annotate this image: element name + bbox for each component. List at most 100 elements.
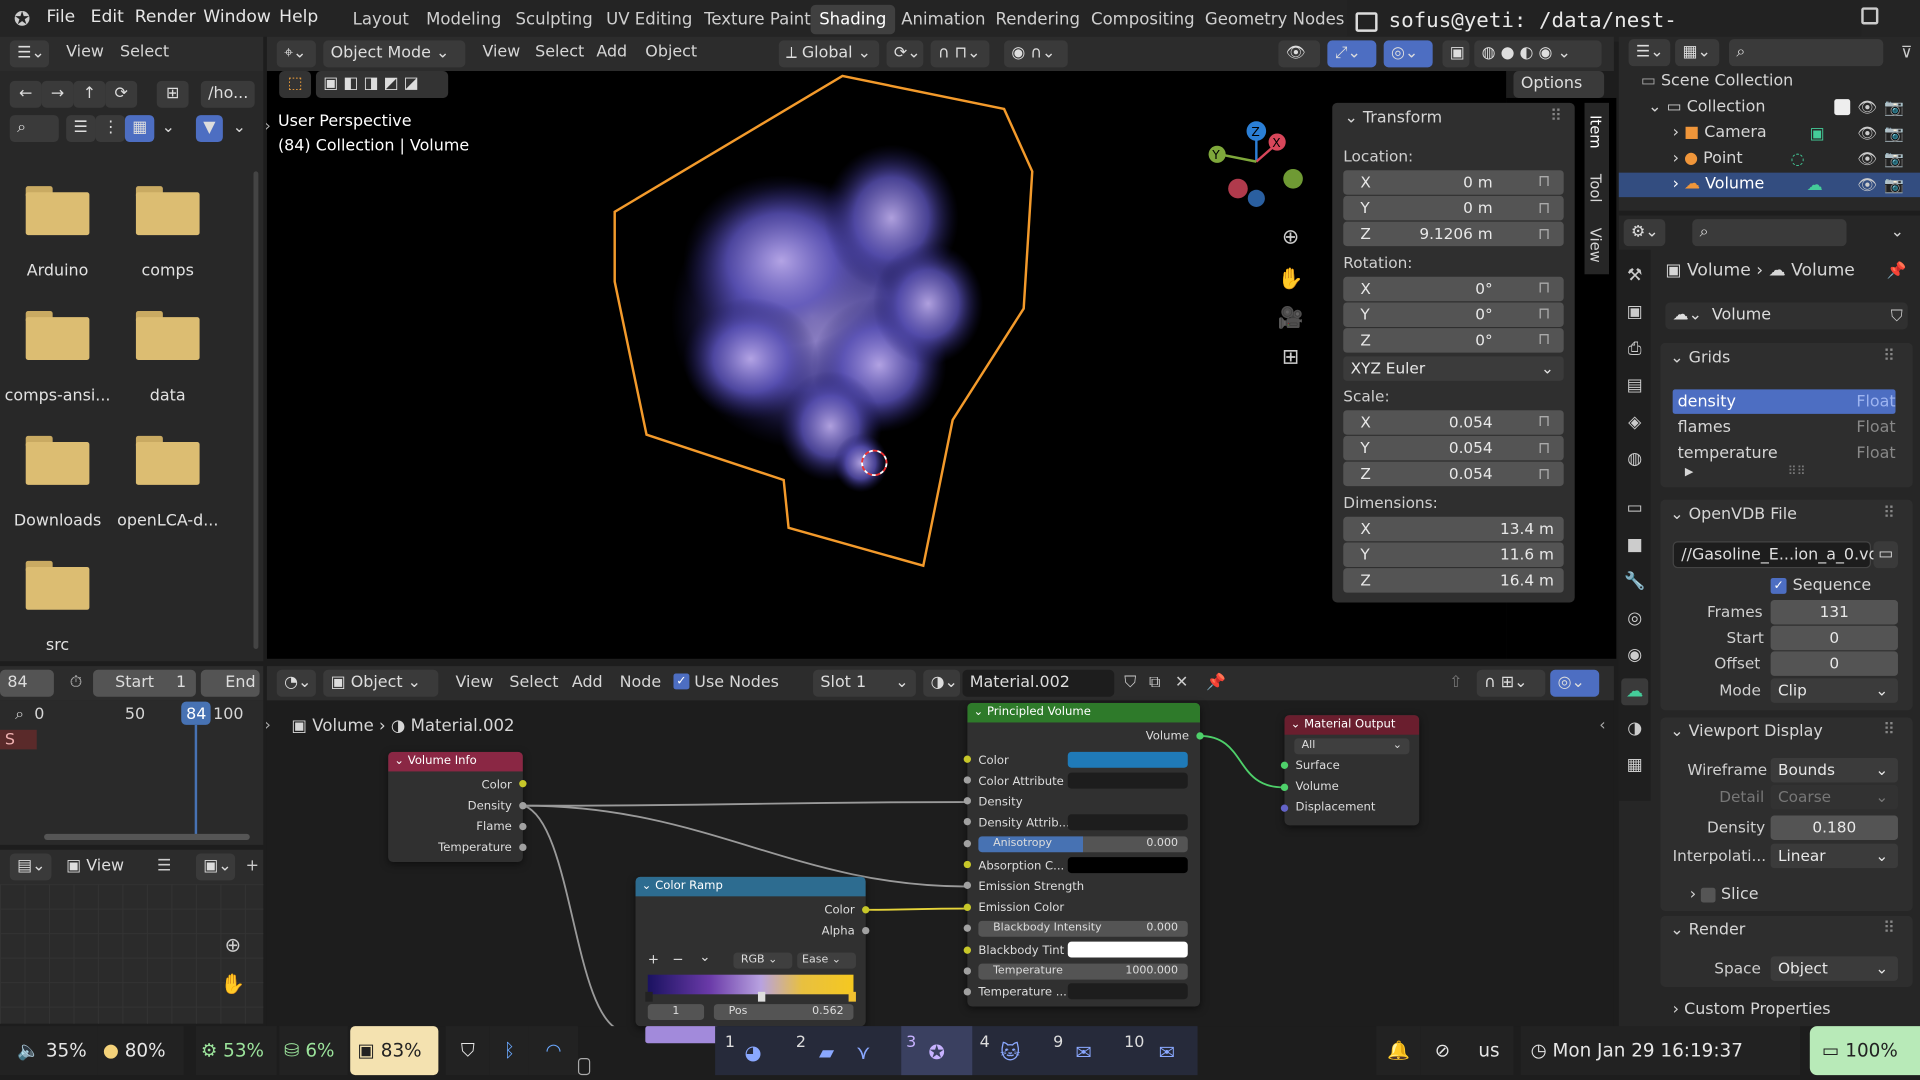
modifier-icon[interactable]: 🔧: [1621, 568, 1648, 595]
input-socket[interactable]: [1280, 761, 1289, 769]
workspace-3[interactable]: 3: [906, 1033, 916, 1051]
playhead-line[interactable]: [194, 724, 198, 838]
panel-grip-icon[interactable]: ⠿: [1883, 348, 1895, 366]
color-ramp-node[interactable]: ⌄ Color Ramp Color Alpha + − ⌄ RGB ⌄ Ease…: [635, 876, 866, 1027]
object-icon[interactable]: ■: [1621, 531, 1648, 558]
memory-indicator[interactable]: ⛁ 6%: [279, 1026, 348, 1076]
list-resize-grip-icon[interactable]: ⠿⠿: [1788, 465, 1806, 478]
filebrowser-select-menu[interactable]: Select: [120, 43, 169, 61]
camera-data-icon[interactable]: ▣: [1805, 122, 1829, 144]
input-socket[interactable]: [963, 946, 972, 954]
tab-shading[interactable]: Shading: [810, 4, 895, 35]
node-header[interactable]: ⌄ Color Ramp: [635, 876, 866, 897]
properties-options-chevron[interactable]: ⌄: [1891, 223, 1904, 241]
color-swatch[interactable]: [1067, 751, 1188, 768]
parent-directory-button[interactable]: ↑: [73, 80, 106, 108]
editor-type-button[interactable]: ☰⌄: [9, 40, 49, 68]
input-socket[interactable]: [963, 967, 972, 975]
overlay-button[interactable]: ◎⌄: [1383, 40, 1433, 68]
workspace-1[interactable]: 1: [725, 1033, 735, 1051]
file-browser-scrollbar[interactable]: [253, 171, 259, 649]
menu-render[interactable]: Render: [135, 7, 196, 27]
camera-view-icon[interactable]: 🎥: [1276, 304, 1305, 333]
node-snap-button[interactable]: ∩ ⊞⌄: [1476, 669, 1546, 697]
start-field[interactable]: 0: [1770, 625, 1898, 651]
snap-button[interactable]: ∩ ⊓⌄: [930, 40, 990, 68]
datablock-selector[interactable]: ☁⌄ Volume: [1665, 302, 1908, 330]
particles-icon[interactable]: ◎: [1621, 605, 1648, 632]
material-browse-button[interactable]: ◑⌄: [923, 669, 961, 697]
blackbody-intensity-field[interactable]: Blackbody Intensity 0.000: [978, 920, 1188, 937]
ramp-stop-handle[interactable]: [848, 991, 856, 1002]
output-icon[interactable]: ⎙: [1621, 336, 1648, 363]
folder-icon[interactable]: [135, 311, 200, 361]
options-dropdown[interactable]: Options ⌄: [1513, 71, 1605, 120]
folder-icon[interactable]: ▰: [813, 1038, 840, 1065]
current-frame-field[interactable]: 84: [0, 669, 54, 697]
vdb-filepath-field[interactable]: //Gasoline_E...ion_a_0.vdb: [1672, 541, 1889, 569]
material-name-field[interactable]: Material.002: [962, 669, 1115, 697]
panel-grip-icon[interactable]: ⠿: [1883, 920, 1895, 938]
perspective-grid-icon[interactable]: ⊞: [1276, 343, 1305, 372]
input-socket[interactable]: [963, 924, 972, 932]
search-field[interactable]: ⌕: [9, 115, 59, 143]
workspace-2[interactable]: 2: [796, 1033, 806, 1051]
cpu-indicator[interactable]: ⚙ 53%: [195, 1026, 277, 1076]
ramp-stop-handle[interactable]: [757, 991, 766, 1002]
workspace-9[interactable]: 9: [1053, 1033, 1063, 1051]
shader-type-dropdown[interactable]: ▣ Object ⌄: [323, 669, 439, 697]
panel-grip-icon[interactable]: ⠿: [1550, 108, 1562, 126]
tab-compositing[interactable]: Compositing: [1082, 5, 1203, 34]
shading-modes[interactable]: ◍ ● ◐ ◉ ⌄: [1474, 40, 1602, 68]
node-add-menu[interactable]: Add: [572, 673, 603, 691]
openvdb-panel-title[interactable]: ⌄ OpenVDB File: [1670, 506, 1797, 524]
do-not-disturb-indicator[interactable]: ⊘: [1420, 1026, 1465, 1076]
image-browse-button[interactable]: ▣⌄: [195, 853, 236, 881]
offset-field[interactable]: 0: [1770, 651, 1898, 676]
lock-icon[interactable]: ⊓: [1533, 277, 1555, 299]
density-field[interactable]: 0.180: [1770, 815, 1898, 841]
parent-node-tree-icon[interactable]: ⇧: [1445, 671, 1467, 693]
gizmo-button[interactable]: ⤢⌄: [1327, 40, 1377, 68]
slice-checkbox[interactable]: [1701, 887, 1716, 902]
list-expand-arrow-icon[interactable]: ▶: [1685, 467, 1693, 479]
mail-icon[interactable]: ✉: [1153, 1038, 1180, 1065]
remove-stop-button[interactable]: −: [672, 951, 683, 967]
output-socket[interactable]: [519, 843, 527, 852]
viewport-object-menu[interactable]: Object: [645, 43, 697, 61]
panel-grip-icon[interactable]: ⠿: [1883, 721, 1895, 739]
folder-label[interactable]: Arduino: [0, 262, 119, 280]
ramp-stop-handle[interactable]: [645, 991, 653, 1002]
folder-icon[interactable]: [25, 186, 90, 236]
outliner-editor-type[interactable]: ☰⌄: [1628, 39, 1671, 67]
frames-field[interactable]: 131: [1770, 600, 1898, 625]
new-folder-button[interactable]: ⊞: [156, 80, 189, 108]
input-socket[interactable]: [963, 881, 972, 889]
slot-dropdown[interactable]: Slot 1 ⌄: [813, 669, 916, 697]
search-icon[interactable]: ⌕: [7, 703, 31, 725]
outliner-item-volume[interactable]: › ☁ Volume: [1673, 175, 1765, 193]
eye-icon[interactable]: 👁: [1856, 149, 1878, 169]
world-icon[interactable]: ◍: [1621, 446, 1648, 473]
zoom-icon[interactable]: ⊕: [218, 931, 247, 958]
scene-icon[interactable]: ◈: [1621, 409, 1648, 436]
restore-window-icon[interactable]: [1861, 7, 1879, 25]
filter-icon[interactable]: ⊽: [1896, 42, 1918, 64]
node-node-menu[interactable]: Node: [620, 673, 662, 691]
camera-render-icon[interactable]: 📷: [1883, 175, 1905, 195]
ramp-interpolation-dropdown[interactable]: Ease ⌄: [797, 952, 856, 969]
forward-button[interactable]: →: [41, 80, 74, 108]
lock-icon[interactable]: ⊓: [1533, 437, 1555, 459]
grid-name[interactable]: flames: [1678, 419, 1731, 437]
density-attribute-field[interactable]: [1067, 814, 1188, 831]
sequence-checkbox[interactable]: ✓: [1770, 577, 1787, 594]
tab-tool[interactable]: Tool: [1587, 174, 1604, 203]
lock-icon[interactable]: ⊓: [1533, 170, 1555, 192]
fake-user-shield-icon[interactable]: ⛉: [1119, 671, 1141, 693]
end-frame-field[interactable]: End: [200, 669, 260, 697]
panel-grip-icon[interactable]: ⠿: [1883, 504, 1895, 522]
firefox-icon[interactable]: ◕: [740, 1038, 767, 1065]
anisotropy-field[interactable]: Anisotropy 0.000: [978, 836, 1188, 853]
node-view-menu[interactable]: View: [456, 673, 494, 691]
pivot-point-button[interactable]: ⟳⌄: [886, 40, 924, 68]
